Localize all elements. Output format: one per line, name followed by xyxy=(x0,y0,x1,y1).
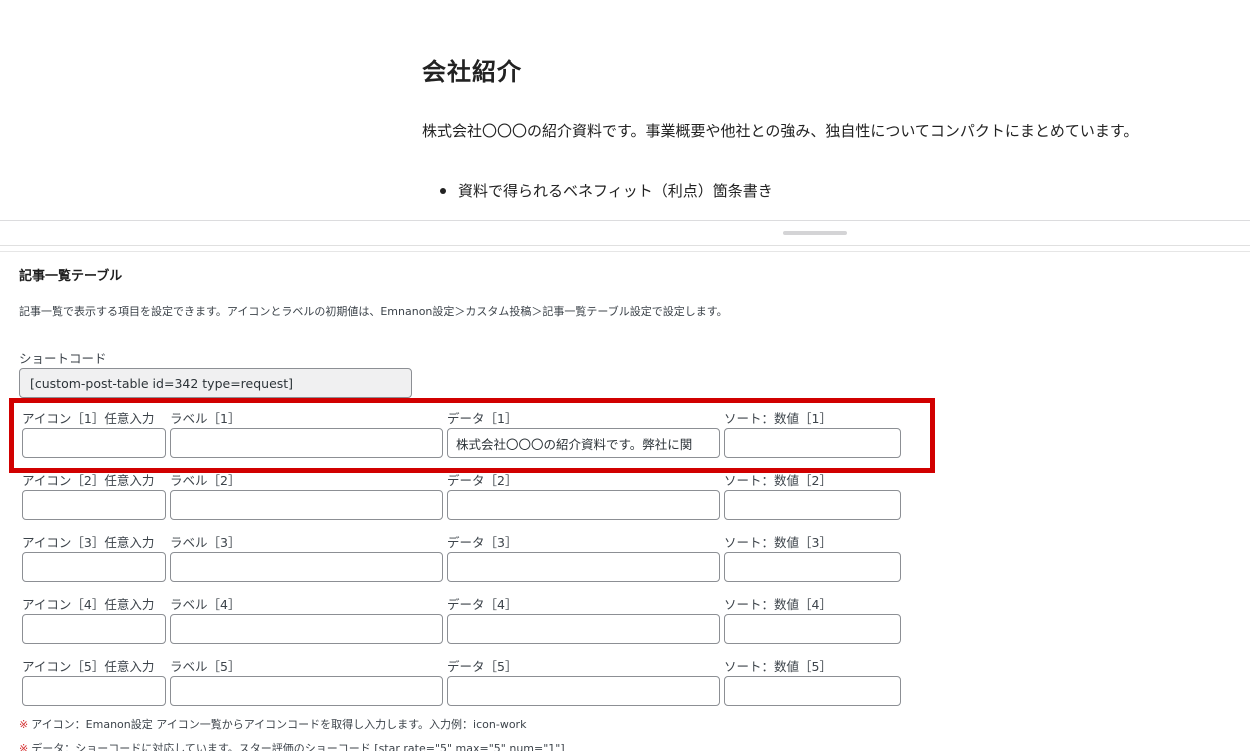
icon-field-label: アイコン［3］任意入力 xyxy=(22,535,155,550)
icon-field-label: アイコン［2］任意入力 xyxy=(22,473,155,488)
data-field-label: データ［1］ xyxy=(447,411,518,426)
help-note-text: アイコン：Emanon設定 アイコン一覧からアイコンコードを取得し入力します。入… xyxy=(31,718,527,731)
sort-input[interactable] xyxy=(724,428,901,458)
table-row: アイコン［3］任意入力 ラベル［3］ データ［3］ ソート：数値［3］ xyxy=(0,532,920,594)
table-row: アイコン［4］任意入力 ラベル［4］ データ［4］ ソート：数値［4］ xyxy=(0,594,920,656)
icon-field-label: アイコン［4］任意入力 xyxy=(22,597,155,612)
sort-field-label: ソート：数値［5］ xyxy=(724,659,832,674)
data-input[interactable] xyxy=(447,490,720,520)
shortcode-label: ショートコード xyxy=(19,351,107,366)
table-row: アイコン［1］任意入力 ラベル［1］ データ［1］ ソート：数値［1］ xyxy=(0,408,920,470)
data-field-label: データ［5］ xyxy=(447,659,518,674)
label-input[interactable] xyxy=(170,552,443,582)
help-note: ※ アイコン：Emanon設定 アイコン一覧からアイコンコードを取得し入力します。… xyxy=(19,716,526,732)
bullet-icon xyxy=(440,188,446,194)
icon-field-label: アイコン［5］任意入力 xyxy=(22,659,155,674)
label-input[interactable] xyxy=(170,490,443,520)
label-input[interactable] xyxy=(170,676,443,706)
data-input[interactable] xyxy=(447,614,720,644)
table-row: アイコン［5］任意入力 ラベル［5］ データ［5］ ソート：数値［5］ xyxy=(0,656,920,718)
label-input[interactable] xyxy=(170,428,443,458)
data-input[interactable] xyxy=(447,676,720,706)
editor-preview: 会社紹介 株式会社〇〇〇の紹介資料です。事業概要や他社との強み、独自性についてコ… xyxy=(0,0,1250,220)
preview-heading[interactable]: 会社紹介 xyxy=(422,52,522,87)
note-asterisk: ※ xyxy=(19,718,29,731)
preview-bullet-list[interactable]: 資料で得られるベネフィット（利点）箇条書き xyxy=(440,180,773,210)
icon-field-label: アイコン［1］任意入力 xyxy=(22,411,155,426)
data-input[interactable] xyxy=(447,428,720,458)
icon-input[interactable] xyxy=(22,676,166,706)
metabox-title: 記事一覧テーブル xyxy=(19,269,123,284)
sort-input[interactable] xyxy=(724,552,901,582)
help-note-text: データ：ショーコードに対応しています。スター評価のショーコード [star ra… xyxy=(31,742,565,751)
post-table-metabox: 記事一覧テーブル 記事一覧で表示する項目を設定できます。アイコンとラベルの初期値… xyxy=(0,252,1250,751)
sort-field-label: ソート：数値［4］ xyxy=(724,597,832,612)
sort-input[interactable] xyxy=(724,676,901,706)
resize-handle[interactable] xyxy=(783,231,847,235)
metabox-description: 記事一覧で表示する項目を設定できます。アイコンとラベルの初期値は、Emnanon… xyxy=(19,305,728,318)
note-asterisk: ※ xyxy=(19,742,29,751)
panel-divider xyxy=(0,245,1250,246)
label-field-label: ラベル［1］ xyxy=(170,411,241,426)
preview-list-item-text: 資料で得られるベネフィット（利点）箇条書き xyxy=(458,182,773,200)
icon-input[interactable] xyxy=(22,552,166,582)
icon-input[interactable] xyxy=(22,614,166,644)
shortcode-field[interactable] xyxy=(19,368,412,398)
preview-list-item[interactable]: 資料で得られるベネフィット（利点）箇条書き xyxy=(440,180,773,210)
sort-field-label: ソート：数値［3］ xyxy=(724,535,832,550)
sort-input[interactable] xyxy=(724,490,901,520)
sort-field-label: ソート：数値［2］ xyxy=(724,473,832,488)
icon-input[interactable] xyxy=(22,428,166,458)
label-input[interactable] xyxy=(170,614,443,644)
label-field-label: ラベル［5］ xyxy=(170,659,241,674)
sort-input[interactable] xyxy=(724,614,901,644)
panel-divider xyxy=(0,220,1250,221)
data-field-label: データ［2］ xyxy=(447,473,518,488)
sort-field-label: ソート：数値［1］ xyxy=(724,411,832,426)
help-note: ※ データ：ショーコードに対応しています。スター評価のショーコード [star r… xyxy=(19,740,565,751)
preview-paragraph[interactable]: 株式会社〇〇〇の紹介資料です。事業概要や他社との強み、独自性についてコンパクトに… xyxy=(422,120,1138,141)
table-row: アイコン［2］任意入力 ラベル［2］ データ［2］ ソート：数値［2］ xyxy=(0,470,920,532)
label-field-label: ラベル［2］ xyxy=(170,473,241,488)
data-field-label: データ［4］ xyxy=(447,597,518,612)
label-field-label: ラベル［4］ xyxy=(170,597,241,612)
icon-input[interactable] xyxy=(22,490,166,520)
label-field-label: ラベル［3］ xyxy=(170,535,241,550)
data-input[interactable] xyxy=(447,552,720,582)
data-field-label: データ［3］ xyxy=(447,535,518,550)
